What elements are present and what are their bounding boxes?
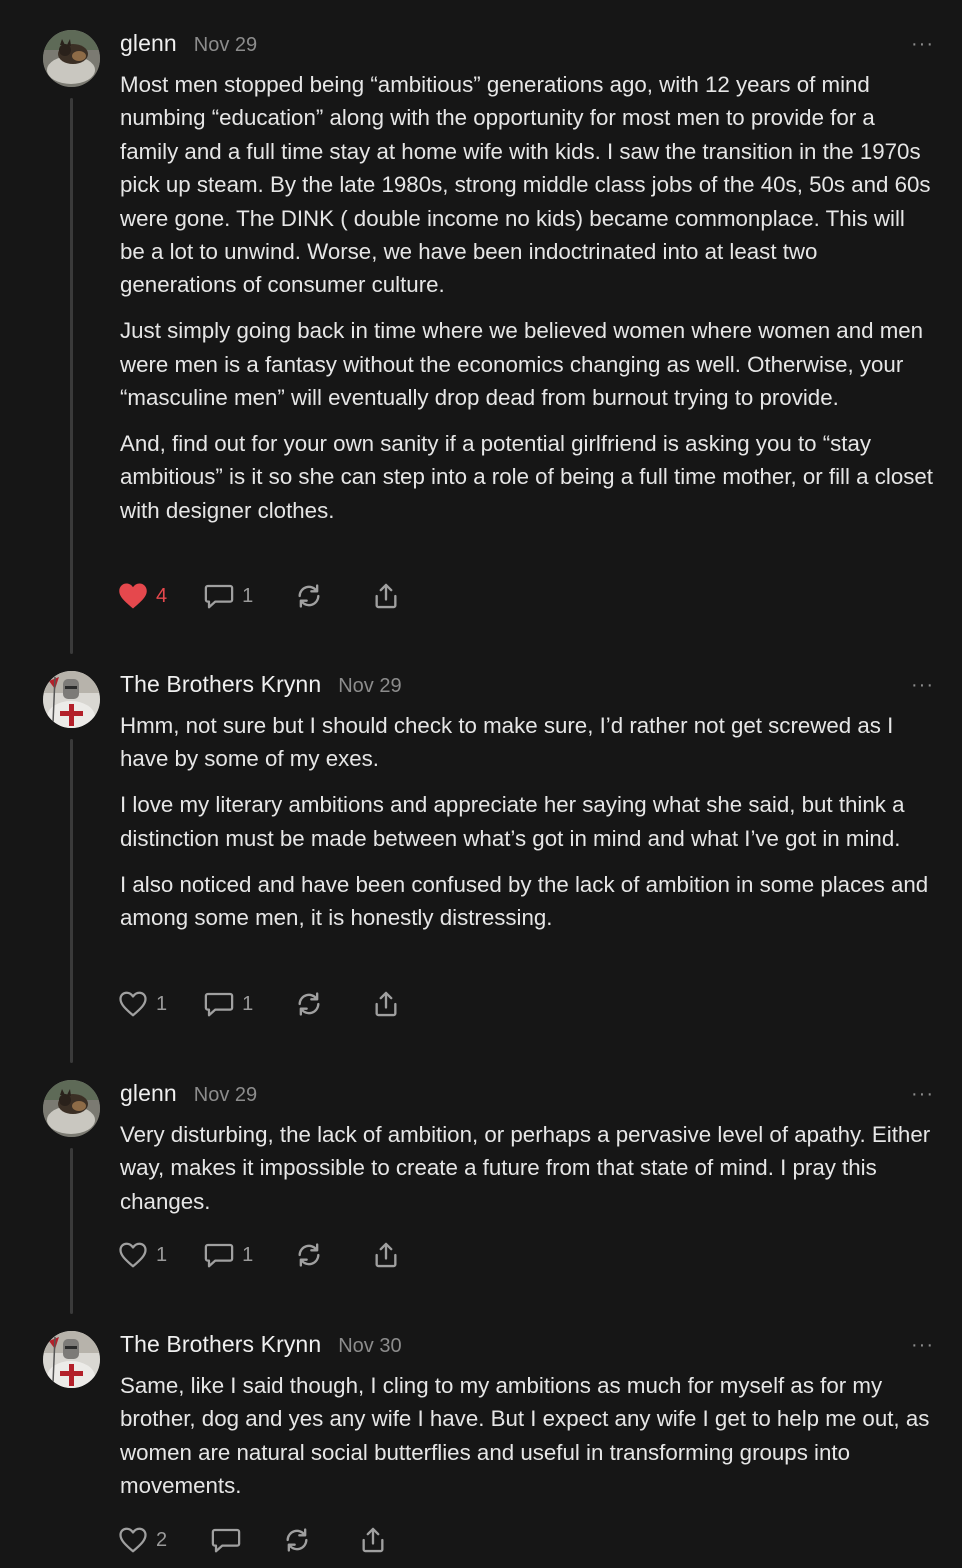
- comment-body: Very disturbing, the lack of ambition, o…: [120, 1118, 935, 1231]
- more-options-button[interactable]: ···: [911, 675, 934, 695]
- share-button[interactable]: [372, 1239, 400, 1271]
- speech-bubble-icon: [204, 1243, 234, 1268]
- restack-button[interactable]: [295, 580, 323, 612]
- author-name[interactable]: The Brothers Krynn: [120, 1331, 321, 1358]
- heart-icon: [119, 583, 147, 609]
- speech-bubble-icon: [204, 584, 234, 609]
- thread-line: [70, 1148, 73, 1314]
- comment-body: Most men stopped being “ambitious” gener…: [120, 68, 935, 540]
- share-button[interactable]: [372, 988, 400, 1020]
- comment-paragraph: I love my literary ambitions and appreci…: [120, 792, 905, 851]
- cat-photo-avatar-icon: [43, 1080, 100, 1137]
- like-count: 1: [156, 992, 168, 1015]
- speech-bubble-icon: [211, 1528, 241, 1553]
- share-icon: [375, 991, 397, 1017]
- reply-count: 1: [242, 584, 254, 607]
- restack-icon: [298, 1243, 320, 1267]
- avatar[interactable]: [43, 671, 100, 728]
- comment-actions: 1 1: [118, 988, 400, 1020]
- reply-button[interactable]: 1: [204, 580, 253, 612]
- author-name[interactable]: The Brothers Krynn: [120, 671, 321, 698]
- comment-paragraph: And, find out for your own sanity if a p…: [120, 431, 933, 523]
- restack-icon: [298, 584, 320, 608]
- comment-date[interactable]: Nov 29: [194, 34, 257, 57]
- restack-button[interactable]: [295, 988, 323, 1020]
- comment-body: Hmm, not sure but I should check to make…: [120, 709, 935, 947]
- restack-button[interactable]: [283, 1524, 311, 1556]
- restack-icon: [286, 1528, 308, 1552]
- thread-line: [70, 98, 73, 654]
- knight-crusader-avatar-icon: [43, 1331, 100, 1388]
- share-button[interactable]: [372, 580, 400, 612]
- reply-count: 1: [242, 992, 254, 1015]
- comment-paragraph: Hmm, not sure but I should check to make…: [120, 713, 894, 772]
- avatar[interactable]: [43, 1080, 100, 1137]
- author-name[interactable]: glenn: [120, 30, 177, 57]
- like-button[interactable]: 1: [118, 1239, 167, 1271]
- share-icon: [375, 583, 397, 609]
- restack-icon: [298, 992, 320, 1016]
- thread-line: [70, 739, 73, 1063]
- cat-photo-avatar-icon: [43, 30, 100, 87]
- comment-paragraph: Very disturbing, the lack of ambition, o…: [120, 1122, 931, 1214]
- comment-body: Same, like I said though, I cling to my …: [120, 1369, 935, 1515]
- share-icon: [375, 1242, 397, 1268]
- comment-date[interactable]: Nov 29: [338, 675, 401, 698]
- more-options-button[interactable]: ···: [911, 1084, 934, 1104]
- avatar[interactable]: [43, 30, 100, 87]
- comment-actions: 4 1: [118, 580, 400, 612]
- comment-date[interactable]: Nov 30: [338, 1335, 401, 1358]
- reply-button[interactable]: [211, 1524, 249, 1556]
- comment-paragraph: Just simply going back in time where we …: [120, 318, 924, 411]
- like-count: 1: [156, 1243, 168, 1266]
- like-button[interactable]: 2: [118, 1524, 167, 1556]
- more-options-button[interactable]: ···: [911, 1335, 934, 1355]
- comment-paragraph: Most men stopped being “ambitious” gener…: [120, 72, 931, 298]
- comment-actions: 2: [118, 1524, 387, 1556]
- more-options-button[interactable]: ···: [911, 34, 934, 54]
- comment-paragraph: I also noticed and have been confused by…: [120, 871, 929, 931]
- avatar[interactable]: [43, 1331, 100, 1388]
- author-name[interactable]: glenn: [120, 1080, 177, 1107]
- comment-paragraph: Same, like I said though, I cling to my …: [120, 1373, 930, 1499]
- like-button[interactable]: 1: [118, 988, 167, 1020]
- comment-header: The Brothers Krynn Nov 29: [120, 671, 402, 705]
- comment-header: glenn Nov 29: [120, 30, 257, 64]
- comment-header: glenn Nov 29: [120, 1080, 257, 1114]
- like-count: 2: [156, 1528, 168, 1551]
- comment-actions: 1 1: [118, 1239, 400, 1271]
- restack-button[interactable]: [295, 1239, 323, 1271]
- comment-date[interactable]: Nov 29: [194, 1084, 257, 1107]
- heart-icon: [119, 1242, 147, 1268]
- like-count: 4: [156, 584, 168, 607]
- reply-button[interactable]: 1: [204, 1239, 253, 1271]
- reply-count: 1: [242, 1243, 254, 1266]
- comment-thread: glenn Nov 29 ··· Most men stopped being …: [0, 0, 962, 1568]
- share-icon: [362, 1527, 384, 1553]
- share-button[interactable]: [359, 1524, 387, 1556]
- like-button[interactable]: 4: [118, 580, 167, 612]
- knight-crusader-avatar-icon: [43, 671, 100, 728]
- speech-bubble-icon: [204, 992, 234, 1017]
- heart-icon: [119, 1527, 147, 1553]
- reply-button[interactable]: 1: [204, 988, 253, 1020]
- heart-icon: [119, 991, 147, 1017]
- comment-header: The Brothers Krynn Nov 30: [120, 1331, 402, 1365]
